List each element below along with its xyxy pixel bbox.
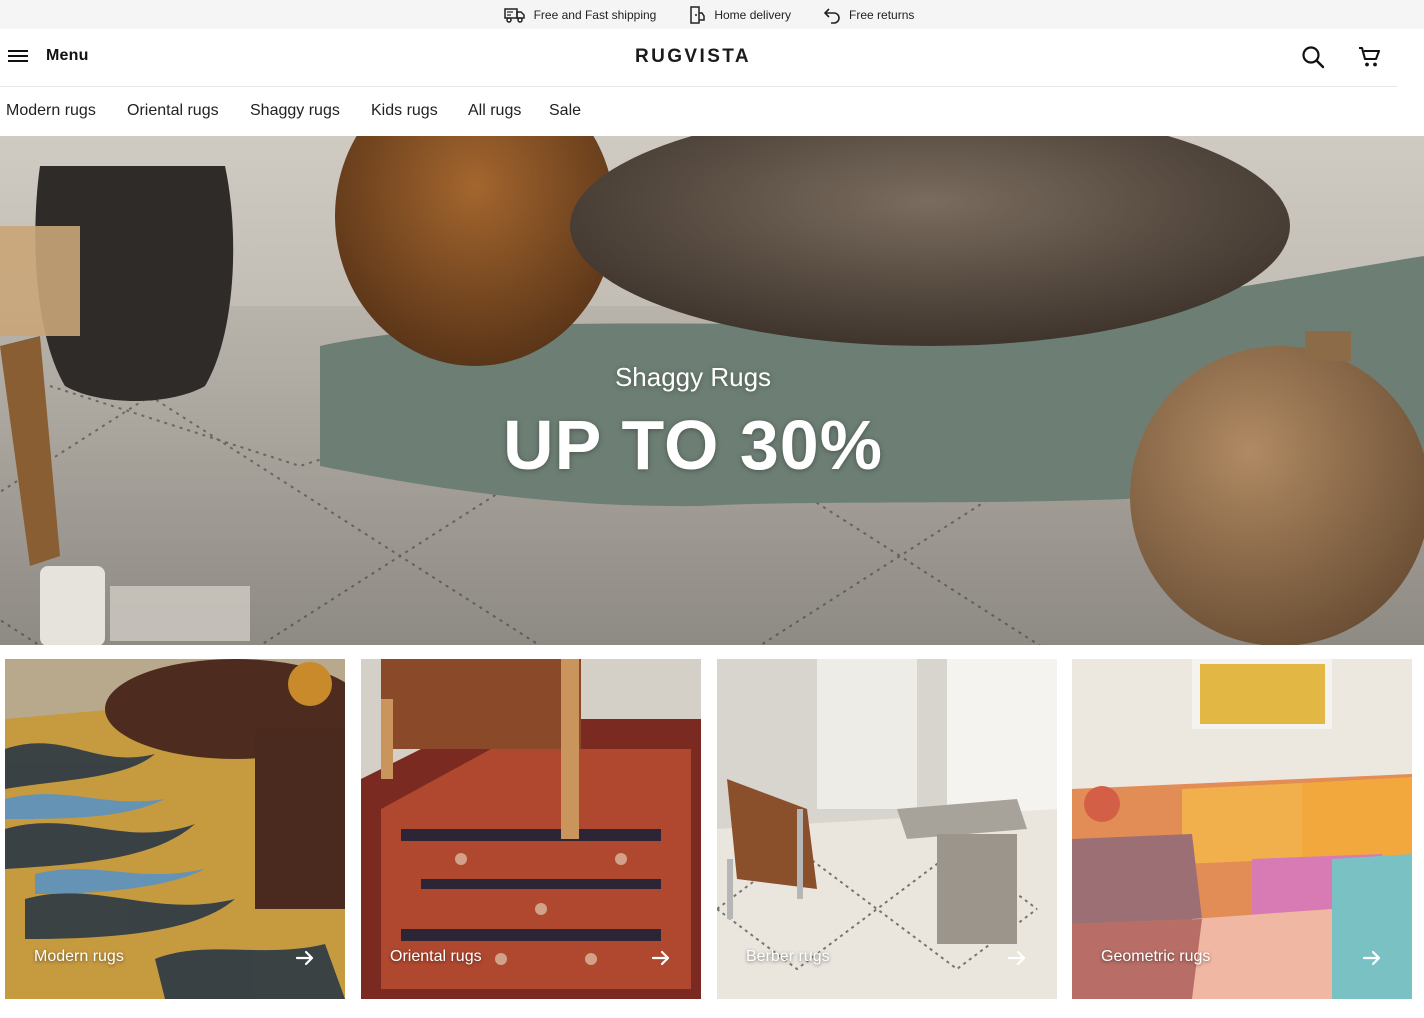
nav-shaggy-rugs[interactable]: Shaggy rugs	[250, 102, 340, 120]
cart-button[interactable]	[1358, 45, 1382, 74]
promo-returns: Free returns	[823, 6, 914, 24]
category-card-geometric-rugs[interactable]: Geometric rugs	[1072, 659, 1412, 999]
promo-home-delivery-label: Home delivery	[714, 7, 792, 22]
arrow-right-icon	[1007, 950, 1026, 966]
nav-oriental-rugs[interactable]: Oriental rugs	[127, 102, 219, 120]
promo-home-delivery: Home delivery	[688, 5, 792, 24]
search-icon	[1302, 46, 1325, 69]
promo-shipping: Free and Fast shipping	[503, 7, 657, 23]
nav-kids-rugs[interactable]: Kids rugs	[371, 102, 438, 120]
hero-title: UP TO 30%	[503, 406, 883, 484]
nav-all-rugs[interactable]: All rugs	[468, 102, 521, 120]
category-card-berber-rugs[interactable]: Berber rugs	[717, 659, 1057, 999]
home-delivery-icon	[690, 5, 706, 24]
category-label: Modern rugs	[34, 948, 124, 965]
category-label: Oriental rugs	[390, 948, 482, 965]
return-arrow-icon	[823, 7, 840, 24]
nav-sale[interactable]: Sale	[549, 102, 581, 120]
nav-modern-rugs[interactable]: Modern rugs	[6, 102, 96, 120]
hero-subtitle: Shaggy Rugs	[614, 362, 772, 392]
header: Menu RUGVISTA	[0, 30, 1397, 87]
arrow-right-icon	[1362, 950, 1381, 966]
hero-banner[interactable]: Shaggy Rugs UP TO 30%	[0, 136, 1424, 645]
truck-icon	[503, 7, 525, 23]
site-logo[interactable]: RUGVISTA	[0, 46, 1386, 68]
arrow-right-icon	[651, 950, 670, 966]
category-label: Berber rugs	[746, 948, 830, 965]
search-button[interactable]	[1301, 45, 1325, 74]
promo-shipping-label: Free and Fast shipping	[533, 7, 657, 22]
category-label: Geometric rugs	[1101, 948, 1211, 965]
category-card-modern-rugs[interactable]: Modern rugs	[5, 659, 345, 999]
arrow-right-icon	[295, 950, 314, 966]
cart-icon	[1359, 46, 1381, 67]
promo-bar: Free and Fast shipping Home delivery Fre…	[0, 0, 1424, 29]
category-card-oriental-rugs[interactable]: Oriental rugs	[361, 659, 701, 999]
promo-returns-label: Free returns	[849, 7, 915, 22]
